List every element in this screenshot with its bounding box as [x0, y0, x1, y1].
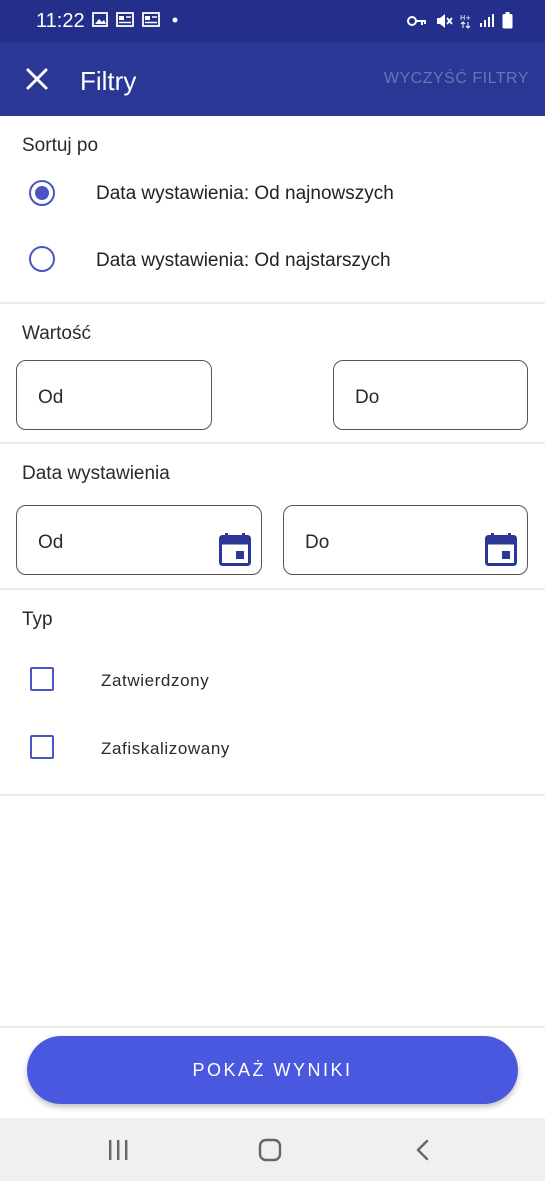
value-to-field[interactable]: Do [333, 360, 528, 430]
dot-icon [172, 17, 178, 23]
checkbox-fiscalized-label: Zafiskalizowany [101, 739, 230, 758]
status-left-icons [92, 12, 182, 27]
radio-oldest[interactable] [29, 246, 55, 272]
date-to-label: Do [305, 532, 330, 553]
close-button[interactable] [22, 64, 52, 94]
svg-text:H+: H+ [460, 14, 471, 22]
value-section-title: Wartość [22, 323, 91, 344]
issue-date-section-title: Data wystawienia [22, 463, 170, 484]
status-time: 11:22 [36, 10, 85, 32]
close-icon [26, 68, 48, 90]
checkbox-fiscalized[interactable] [30, 735, 54, 759]
page-title: Filtry [80, 66, 137, 96]
type-section-title: Typ [22, 609, 53, 630]
status-bar: 11:22 H+ [0, 0, 545, 42]
show-results-button[interactable]: POKAŻ WYNIKI [27, 1036, 518, 1104]
date-from-label: Od [38, 532, 64, 553]
checkbox-approved[interactable] [30, 667, 54, 691]
checkbox-approved-label: Zatwierdzony [101, 671, 210, 690]
value-from-field[interactable]: Od [16, 360, 212, 430]
divider [0, 588, 545, 590]
clear-filters-button[interactable]: WYCZYŚĆ FILTRY [384, 70, 529, 88]
date-to-field[interactable]: Do [283, 505, 528, 575]
radio-oldest-label: Data wystawienia: Od najstarszych [96, 250, 391, 271]
home-icon[interactable] [256, 1136, 284, 1164]
status-right-icons: H+ [406, 12, 513, 29]
vpn-key-icon [407, 15, 426, 26]
signal-icon [480, 14, 494, 27]
date-from-field[interactable]: Od [16, 505, 262, 575]
radio-newest[interactable] [29, 180, 55, 206]
calendar-icon[interactable] [219, 532, 251, 566]
sort-section-title: Sortuj po [22, 135, 99, 156]
system-nav-bar [0, 1118, 545, 1181]
calendar-icon[interactable] [485, 532, 517, 566]
data-arrows-icon: H+ [460, 14, 471, 29]
divider [0, 302, 545, 304]
recent-apps-icon[interactable] [104, 1136, 132, 1164]
radio-newest-label: Data wystawienia: Od najnowszych [96, 183, 394, 204]
value-from-label: Od [38, 387, 64, 408]
back-icon[interactable] [409, 1136, 437, 1164]
divider [0, 442, 545, 444]
battery-icon [502, 12, 513, 29]
news-icon [116, 12, 134, 27]
app-bar: Filtry WYCZYŚĆ FILTRY [0, 42, 545, 116]
value-to-label: Do [355, 387, 380, 408]
news-icon [142, 12, 160, 27]
mute-icon [437, 13, 453, 28]
divider [0, 794, 545, 796]
image-icon [92, 12, 108, 27]
